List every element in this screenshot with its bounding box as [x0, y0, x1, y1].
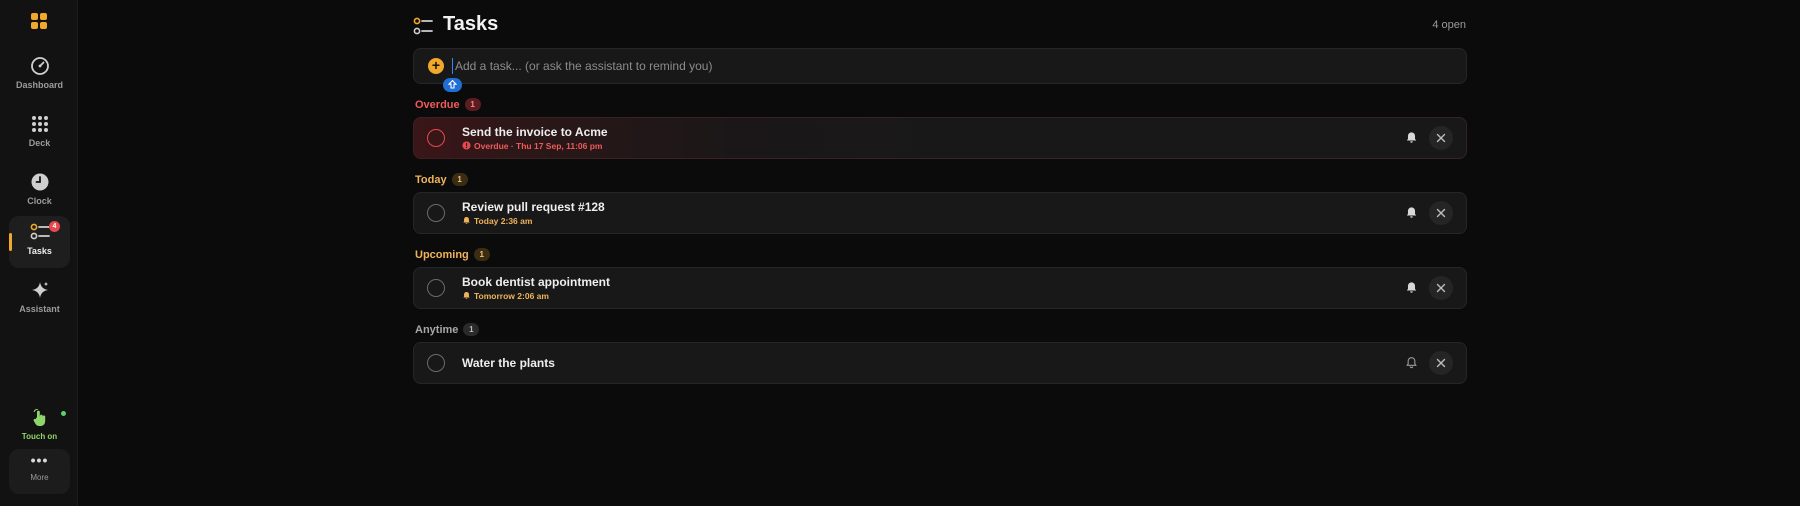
bell-icon [463, 291, 470, 300]
touch-status-dot [61, 411, 66, 416]
sidebar-item-dashboard[interactable]: Dashboard [9, 50, 70, 102]
sidebar-item-label: Tasks [27, 246, 52, 256]
task-due: Today 2:36 am [462, 216, 532, 226]
bell-icon[interactable] [1405, 131, 1418, 144]
section-label: Overdue [415, 99, 460, 111]
add-task-bar: + [413, 48, 1467, 84]
app-logo-icon[interactable] [31, 13, 47, 29]
task-due-text: Today 2:36 am [474, 216, 533, 226]
section-label: Today [415, 174, 447, 186]
section-header-today: Today 1 [415, 173, 468, 186]
task-checkbox[interactable] [427, 204, 445, 222]
section-count: 1 [463, 323, 480, 336]
task-due: Overdue · Thu 17 Sep, 11:06 pm [462, 141, 603, 151]
cursor-icon [447, 79, 458, 89]
sidebar: Dashboard Deck Clock Tasks 4 Assistant T… [0, 0, 78, 506]
tasks-count-badge: 4 [49, 221, 60, 232]
sidebar-item-assistant[interactable]: Assistant [9, 274, 70, 326]
more-label: More [30, 473, 49, 482]
task-title: Book dentist appointment [462, 275, 610, 289]
touch-toggle[interactable]: Touch on [9, 403, 70, 449]
checklist-icon [30, 223, 50, 240]
active-indicator [9, 233, 12, 251]
task-row[interactable]: Review pull request #128 Today 2:36 am [413, 192, 1467, 234]
section-header-overdue: Overdue 1 [415, 98, 481, 111]
section-count: 1 [473, 248, 490, 261]
hand-pointer-icon [33, 409, 46, 426]
task-checkbox[interactable] [427, 129, 445, 147]
task-checkbox[interactable] [427, 279, 445, 297]
sidebar-item-label: Clock [27, 196, 52, 206]
grid-icon [32, 116, 48, 132]
touch-label: Touch on [21, 432, 58, 441]
task-title: Send the invoice to Acme [462, 125, 608, 139]
bell-icon[interactable] [1405, 206, 1418, 219]
delete-task-button[interactable] [1429, 276, 1453, 300]
gauge-icon [31, 57, 49, 75]
close-icon [1436, 283, 1446, 293]
close-icon [1436, 358, 1446, 368]
task-row[interactable]: Book dentist appointment Tomorrow 2:06 a… [413, 267, 1467, 309]
close-icon [1436, 133, 1446, 143]
task-due-text: Tomorrow 2:06 am [474, 291, 549, 301]
sidebar-item-deck[interactable]: Deck [9, 108, 70, 160]
sidebar-item-tasks[interactable]: Tasks [9, 216, 70, 268]
delete-task-button[interactable] [1429, 126, 1453, 150]
task-title: Water the plants [462, 356, 555, 370]
task-title: Review pull request #128 [462, 200, 605, 214]
sidebar-item-label: Dashboard [15, 80, 63, 90]
delete-task-button[interactable] [1429, 201, 1453, 225]
open-count: 4 open [1432, 19, 1466, 31]
bell-icon[interactable] [1405, 281, 1418, 294]
sidebar-item-clock[interactable]: Clock [9, 166, 70, 218]
delete-task-button[interactable] [1429, 351, 1453, 375]
section-header-anytime: Anytime 1 [415, 323, 480, 336]
alert-circle-icon [462, 141, 471, 150]
section-count: 1 [451, 173, 468, 186]
task-row[interactable]: Send the invoice to Acme Overdue · Thu 1… [413, 117, 1467, 159]
add-task-button[interactable]: + [428, 58, 444, 74]
close-icon [1436, 208, 1446, 218]
section-header-upcoming: Upcoming 1 [415, 248, 490, 261]
checklist-icon [413, 17, 433, 35]
more-dots-icon: ••• [30, 452, 49, 468]
bell-icon [463, 216, 470, 225]
section-count: 1 [464, 98, 481, 111]
task-due-text: Overdue · Thu 17 Sep, 11:06 pm [474, 141, 603, 151]
add-task-input[interactable] [453, 57, 1357, 75]
sparkle-icon [32, 282, 48, 298]
page-title: Tasks [443, 13, 499, 35]
assistant-pointer-badge [443, 78, 462, 92]
task-checkbox[interactable] [427, 354, 445, 372]
sidebar-item-label: Deck [28, 138, 51, 148]
more-button[interactable]: ••• More [9, 449, 70, 494]
task-due: Tomorrow 2:06 am [462, 291, 549, 301]
task-row[interactable]: Water the plants [413, 342, 1467, 384]
section-label: Anytime [415, 324, 459, 336]
bell-outline-icon[interactable] [1405, 356, 1418, 369]
clock-icon [31, 173, 49, 191]
section-label: Upcoming [415, 249, 469, 261]
sidebar-item-label: Assistant [19, 304, 60, 314]
